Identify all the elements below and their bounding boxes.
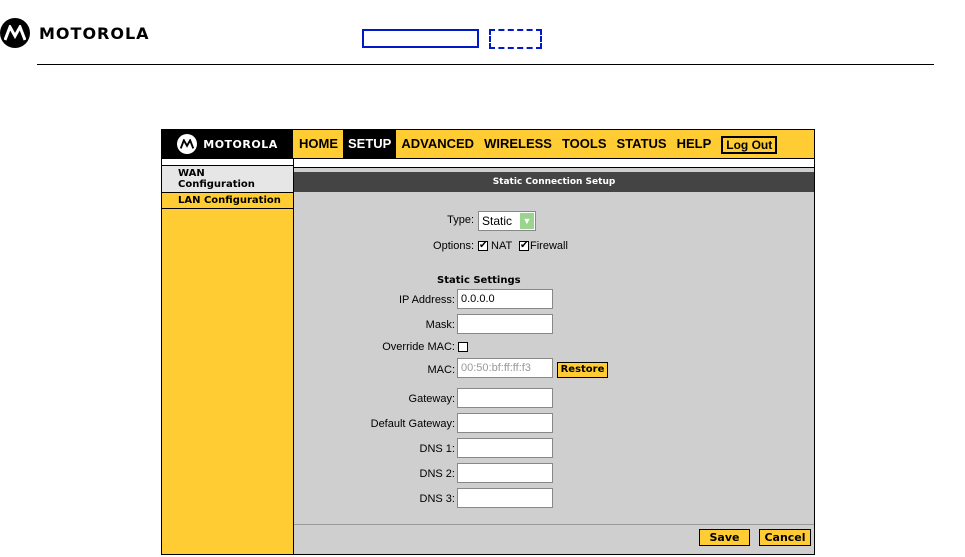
- mask-label: Mask:: [425, 319, 455, 331]
- dns3-input[interactable]: [457, 488, 553, 508]
- mac-label: MAC:: [427, 364, 456, 376]
- firewall-checkbox[interactable]: ✔: [519, 241, 529, 251]
- header-rule: [37, 64, 934, 65]
- type-select-value: Static: [482, 214, 513, 228]
- override-mac-label: Override MAC:: [382, 341, 455, 353]
- dns2-label: DNS 2:: [419, 468, 455, 480]
- main-content: Static Connection Setup Type: Static ▼ O…: [294, 158, 814, 554]
- dns3-label: DNS 3:: [419, 493, 455, 505]
- gateway-input[interactable]: [457, 388, 553, 408]
- default-gateway-input[interactable]: [457, 413, 553, 433]
- chevron-down-icon[interactable]: ▼: [520, 213, 534, 229]
- mask-input[interactable]: [457, 314, 553, 334]
- save-button[interactable]: Save: [699, 529, 750, 546]
- nat-checkbox[interactable]: ✔: [478, 241, 488, 251]
- highlight-box: [362, 29, 479, 48]
- override-mac-checkbox[interactable]: [458, 342, 468, 352]
- motorola-m-icon: [0, 18, 30, 48]
- sidebar-item-wan-configuration[interactable]: WAN Configuration: [162, 166, 293, 193]
- action-bar: Save Cancel: [294, 524, 814, 554]
- nav-wireless[interactable]: WIRELESS: [479, 130, 557, 158]
- content-spacer: [294, 158, 814, 168]
- ip-address-label: IP Address:: [398, 294, 455, 306]
- nav-advanced[interactable]: ADVANCED: [396, 130, 479, 158]
- sidebar: WAN Configuration LAN Configuration: [162, 158, 293, 554]
- restore-button[interactable]: Restore: [557, 362, 608, 378]
- dashed-highlight-box: [489, 29, 542, 49]
- sidebar-spacer: [162, 158, 293, 166]
- motorola-logo: MOTOROLA: [0, 18, 150, 48]
- default-gateway-label: Default Gateway:: [370, 418, 455, 430]
- frame-logo: MOTOROLA: [162, 130, 293, 158]
- frame-brand-name: MOTOROLA: [203, 137, 278, 151]
- nav-tools[interactable]: TOOLS: [557, 130, 612, 158]
- router-ui-window: MOTOROLA HOME SETUP ADVANCED WIRELESS TO…: [161, 129, 815, 555]
- top-navigation: HOME SETUP ADVANCED WIRELESS TOOLS STATU…: [294, 130, 778, 158]
- cancel-button[interactable]: Cancel: [759, 529, 811, 546]
- firewall-label: Firewall: [530, 240, 568, 252]
- type-label: Type:: [447, 214, 474, 226]
- nat-label: NAT: [491, 240, 513, 252]
- nav-setup[interactable]: SETUP: [343, 130, 397, 158]
- nav-help[interactable]: HELP: [672, 130, 717, 158]
- brand-name: MOTOROLA: [39, 23, 150, 43]
- ip-address-input[interactable]: 0.0.0.0: [457, 289, 553, 309]
- options-label: Options:: [433, 240, 474, 252]
- mac-input[interactable]: 00:50:bf:ff:ff:f3: [457, 358, 553, 378]
- nav-home[interactable]: HOME: [294, 130, 343, 158]
- dns2-input[interactable]: [457, 463, 553, 483]
- static-settings-title: Static Settings: [437, 275, 521, 286]
- sidebar-item-lan-configuration[interactable]: LAN Configuration: [162, 193, 293, 209]
- logout-button[interactable]: Log Out: [721, 136, 778, 154]
- dns1-input[interactable]: [457, 438, 553, 458]
- dns1-label: DNS 1:: [419, 443, 455, 455]
- motorola-m-icon: [177, 134, 198, 154]
- gateway-label: Gateway:: [408, 393, 455, 405]
- type-select[interactable]: Static ▼: [478, 211, 536, 231]
- nav-status[interactable]: STATUS: [612, 130, 672, 158]
- page-title: Static Connection Setup: [294, 172, 814, 192]
